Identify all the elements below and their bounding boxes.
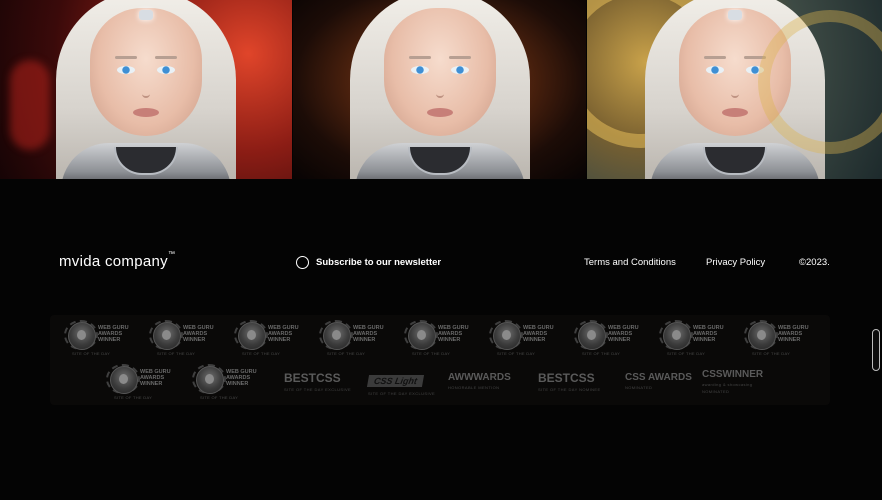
csswinner-award: CSSWINNER awarding & showcasing NOMINATE… [702, 369, 764, 394]
award-badge: WEB GURU AWARDS WINNER SITE OF THE DAY [657, 320, 727, 360]
portrait-image-3 [587, 0, 882, 179]
medal-icon [748, 322, 776, 350]
trademark-mark: ™ [167, 251, 176, 258]
award-badge: WEB GURU AWARDS WINNER SITE OF THE DAY [62, 320, 132, 360]
award-badge: WEB GURU AWARDS WINNER SITE OF THE DAY [104, 364, 174, 404]
copyright-text: ©2023. [799, 257, 830, 268]
medal-icon [110, 366, 138, 394]
award-badge: WEB GURU AWARDS WINNER SITE OF THE DAY [147, 320, 217, 360]
medal-icon [153, 322, 181, 350]
awwwards-award: AWWWARDS HONORABLE MENTION [448, 372, 511, 390]
medal-icon [663, 322, 691, 350]
award-badge: WEB GURU AWARDS WINNER SITE OF THE DAY [317, 320, 387, 360]
award-badge: WEB GURU AWARDS WINNER SITE OF THE DAY [487, 320, 557, 360]
bestcss-award: BESTCSS SITE OF THE DAY EXCLUSIVE [284, 371, 352, 392]
award-badge: WEB GURU AWARDS WINNER SITE OF THE DAY [572, 320, 642, 360]
medal-icon [578, 322, 606, 350]
circle-icon [296, 256, 309, 269]
portrait-image-1 [0, 0, 292, 179]
bestcss-nominee-award: BESTCSS SITE OF THE DAY NOMINEE [538, 371, 601, 392]
medal-icon [493, 322, 521, 350]
medal-icon [196, 366, 224, 394]
hero-image-strip [0, 0, 882, 179]
medal-icon [323, 322, 351, 350]
csslight-award: CSS Light SITE OF THE DAY EXCLUSIVE [366, 375, 436, 396]
privacy-link[interactable]: Privacy Policy [706, 257, 765, 268]
newsletter-label: Subscribe to our newsletter [316, 257, 442, 268]
award-badge: WEB GURU AWARDS WINNER SITE OF THE DAY [742, 320, 812, 360]
award-badge: WEB GURU AWARDS WINNER SITE OF THE DAY [190, 364, 260, 404]
portrait-image-2 [292, 0, 587, 179]
awards-panel: WEB GURU AWARDS WINNER SITE OF THE DAY WE… [50, 315, 830, 405]
scrollbar-handle[interactable] [872, 329, 880, 371]
terms-link[interactable]: Terms and Conditions [584, 257, 676, 268]
cssawards-award: CSS AWARDS NOMINATED [625, 372, 692, 390]
brand-logo[interactable]: mvida company™ [59, 251, 176, 270]
award-badge: WEB GURU AWARDS WINNER SITE OF THE DAY [402, 320, 472, 360]
newsletter-subscribe-link[interactable]: Subscribe to our newsletter [296, 256, 441, 269]
medal-icon [238, 322, 266, 350]
medal-icon [408, 322, 436, 350]
brand-name: mvida company [59, 253, 168, 270]
award-badge: WEB GURU AWARDS WINNER SITE OF THE DAY [232, 320, 302, 360]
medal-icon [68, 322, 96, 350]
